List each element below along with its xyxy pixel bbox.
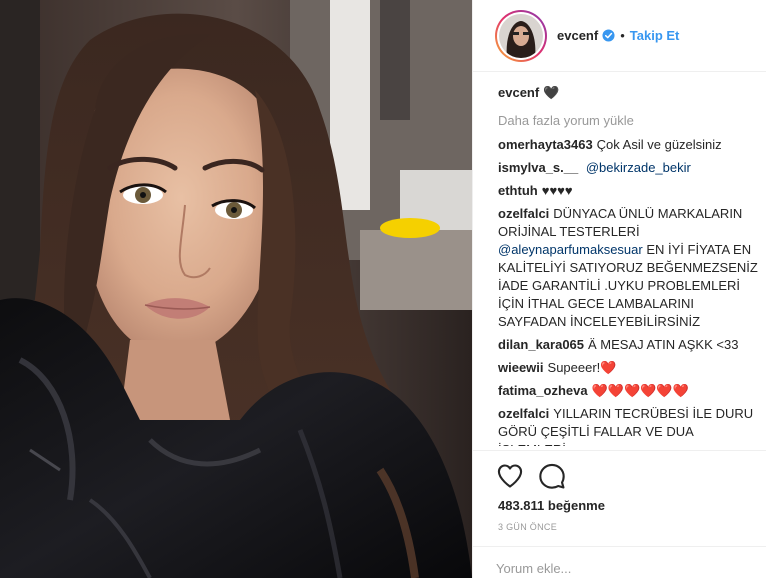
comment-item: dilan_kara065 Ä MESAJ ATIN AŞKK <33 xyxy=(498,336,760,354)
heart-emoji: ❤️ xyxy=(600,360,617,375)
comment-item: ismylva_s.__ @bekirzade_bekir xyxy=(498,159,760,177)
comment-username[interactable]: ozelfalci xyxy=(498,206,549,221)
comment-text: Çok Asil ve güzelsiniz xyxy=(596,137,722,152)
instagram-post-view: evcenf • Takip Et evcenf 🖤 Daha fazla yor… xyxy=(0,0,766,578)
comment-username[interactable]: ozelfalci xyxy=(498,406,549,421)
post-side-panel: evcenf • Takip Et evcenf 🖤 Daha fazla yor… xyxy=(472,0,766,578)
load-more-comments-link[interactable]: Daha fazla yorum yükle xyxy=(498,112,760,130)
comment-item: fatima_ozheva ❤️❤️❤️❤️❤️❤️ xyxy=(498,382,760,400)
avatar-image xyxy=(499,13,543,58)
comment-username[interactable]: omerhayta3463 xyxy=(498,137,593,152)
post-actions: 483.811 beğenme 3 GÜN ÖNCE xyxy=(473,450,766,546)
avatar-inner xyxy=(497,11,545,60)
comment-text: Supeeer! xyxy=(547,360,601,375)
comment-icon[interactable] xyxy=(538,462,566,490)
add-comment-input[interactable] xyxy=(496,558,746,578)
post-header: evcenf • Takip Et xyxy=(473,0,766,72)
caption: evcenf 🖤 xyxy=(498,84,760,102)
add-comment-section xyxy=(473,546,766,578)
comment-username[interactable]: fatima_ozheva xyxy=(498,383,588,398)
comment-mention-link[interactable]: @aleynaparfumaksesuar xyxy=(498,242,643,257)
comment-username[interactable]: ismylva_s.__ xyxy=(498,160,578,175)
comment-text: ♥♥♥♥ xyxy=(541,183,573,198)
avatar-photo xyxy=(499,13,543,58)
heart-emojis: ❤️❤️❤️❤️❤️❤️ xyxy=(591,383,689,398)
comment-text: Ä MESAJ ATIN AŞKK <33 xyxy=(588,337,739,352)
action-icons xyxy=(496,462,580,490)
comments-list[interactable]: evcenf 🖤 Daha fazla yorum yükle omerhayta… xyxy=(498,84,760,446)
header-username[interactable]: evcenf xyxy=(557,28,598,43)
post-timestamp[interactable]: 3 GÜN ÖNCE xyxy=(498,522,557,532)
comment-mention-link[interactable]: @bekirzade_bekir xyxy=(586,160,691,175)
selfie-image xyxy=(0,0,472,578)
comment-item: ozelfalci YILLARIN TECRÜBESİ İLE DURU GÖR… xyxy=(498,405,760,446)
post-photo[interactable] xyxy=(0,0,472,578)
likes-count[interactable]: 483.811 beğenme xyxy=(498,498,605,513)
comment-item: omerhayta3463 Çok Asil ve güzelsiniz xyxy=(498,136,760,154)
comment-item: wieewii Supeeer!❤️ xyxy=(498,359,760,377)
header-separator: • xyxy=(620,28,625,43)
follow-button[interactable]: Takip Et xyxy=(630,28,680,43)
comment-username[interactable]: wieewii xyxy=(498,360,544,375)
comment-item: ethtuh ♥♥♥♥ xyxy=(498,182,760,200)
comment-username[interactable]: dilan_kara065 xyxy=(498,337,584,352)
caption-username[interactable]: evcenf xyxy=(498,85,539,100)
caption-text: 🖤 xyxy=(543,85,560,100)
avatar[interactable] xyxy=(495,9,547,62)
verified-badge-icon xyxy=(602,29,615,42)
like-heart-icon[interactable] xyxy=(496,462,524,490)
comment-item: ozelfalci DÜNYACA ÜNLÜ MARKALARIN ORİJİNA… xyxy=(498,205,760,331)
comment-username[interactable]: ethtuh xyxy=(498,183,538,198)
